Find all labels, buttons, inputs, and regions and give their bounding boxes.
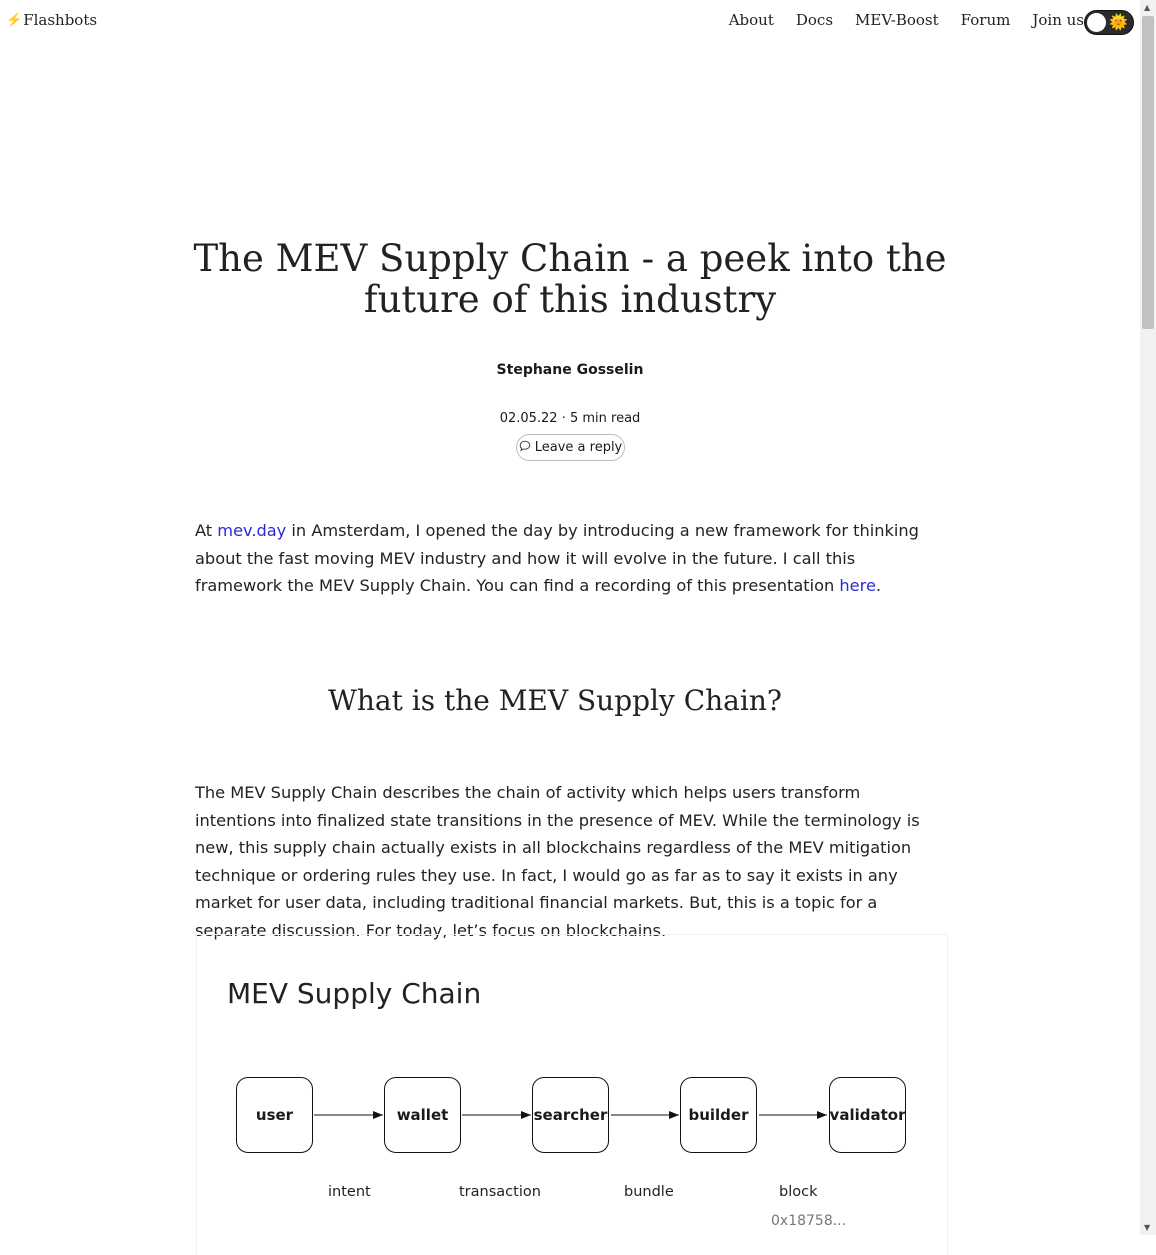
edge-label-bundle: bundle	[624, 1184, 674, 1200]
scroll-down-icon[interactable]: ▼	[1144, 1223, 1150, 1232]
intro-text-3: .	[875, 576, 882, 595]
node-builder: builder	[680, 1077, 757, 1153]
recording-link[interactable]: here	[839, 576, 875, 595]
supply-chain-figure: MEV Supply Chain user wallet searcher bu…	[196, 934, 948, 1255]
nav-link-mev-boost[interactable]: MEV-Boost	[855, 11, 939, 29]
brand-link[interactable]: ⚡ Flashbots	[6, 11, 97, 29]
definition-paragraph: The MEV Supply Chain describes the chain…	[195, 783, 920, 940]
nav-link-forum[interactable]: Forum	[961, 11, 1011, 29]
intro-text-2: in Amsterdam, I opened the day by introd…	[195, 521, 919, 595]
nav-link-docs[interactable]: Docs	[796, 11, 833, 29]
node-user: user	[236, 1077, 313, 1153]
post-meta: 02.05.22 · 5 min read	[499, 411, 641, 426]
brand-name: Flashbots	[23, 11, 98, 29]
theme-toggle[interactable]: 🌞	[1084, 10, 1134, 35]
leave-reply-button[interactable]: Leave a reply	[516, 434, 625, 461]
edge-label-block: block	[779, 1184, 818, 1200]
node-wallet: wallet	[384, 1077, 461, 1153]
nav-links: About Docs MEV-Boost Forum Join us	[729, 11, 1084, 29]
leave-reply-label: Leave a reply	[534, 440, 623, 455]
post-author: Stephane Gosselin	[496, 362, 644, 378]
top-nav: ⚡ Flashbots About Docs MEV-Boost Forum J…	[0, 0, 1140, 44]
bolt-icon: ⚡	[6, 12, 23, 28]
nav-link-about[interactable]: About	[729, 11, 774, 29]
intro-text-1: At	[195, 521, 218, 540]
intro-paragraph: At mev.day in Amsterdam, I opened the da…	[195, 517, 940, 600]
node-validator: validator	[829, 1077, 906, 1153]
mev-day-link[interactable]: mev.day	[217, 521, 286, 540]
block-hash: 0x18758...	[771, 1213, 847, 1229]
nav-link-join-us[interactable]: Join us	[1032, 11, 1084, 29]
scrollbar-thumb[interactable]	[1142, 16, 1154, 329]
toggle-knob	[1087, 13, 1106, 32]
node-searcher: searcher	[532, 1077, 609, 1153]
edge-label-transaction: transaction	[459, 1184, 541, 1200]
edge-label-intent: intent	[328, 1184, 371, 1200]
comment-icon	[519, 440, 531, 455]
sun-icon: 🌞	[1109, 13, 1128, 31]
scroll-up-icon[interactable]: ▲	[1144, 3, 1150, 12]
post-title: The MEV Supply Chain - a peek into the f…	[193, 237, 947, 321]
section-heading: What is the MEV Supply Chain?	[328, 684, 782, 717]
vertical-scrollbar[interactable]: ▲ ▼	[1140, 0, 1156, 1235]
